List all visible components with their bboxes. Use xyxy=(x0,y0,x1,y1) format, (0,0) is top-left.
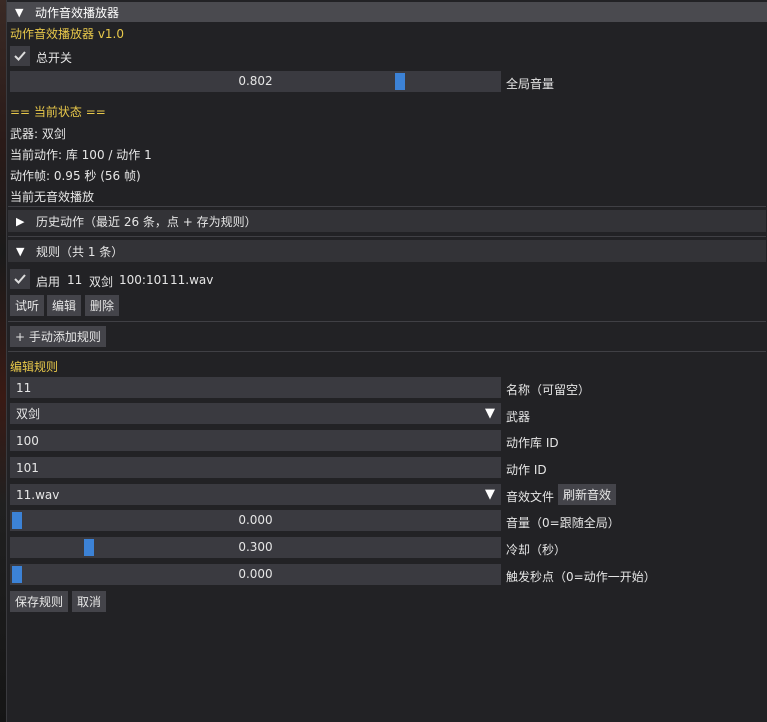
window-title: 动作音效播放器 xyxy=(35,5,120,20)
collapse-triangle-icon[interactable]: ▼ xyxy=(15,6,29,19)
status-frame: 动作帧: 0.95 秒 (56 帧) xyxy=(10,169,141,183)
editor-heading: 编辑规则 xyxy=(10,360,59,374)
rules-header[interactable]: ▼ 规则（共 1 条） xyxy=(8,240,766,262)
sound-file-dropdown-value: 11.wav xyxy=(16,487,60,502)
history-header[interactable]: ▶ 历史动作（最近 26 条，点 + 存为规则） xyxy=(8,210,766,232)
expand-triangle-icon: ▶ xyxy=(16,214,25,228)
cooldown-slider[interactable]: 0.300 xyxy=(10,537,501,558)
master-toggle-label: 总开关 xyxy=(36,51,73,65)
weapon-dropdown[interactable]: 双剑 ▼ xyxy=(10,403,501,424)
checkmark-icon xyxy=(14,51,26,61)
slider-grab[interactable] xyxy=(394,73,405,90)
sound-file-dropdown[interactable]: 11.wav ▼ xyxy=(10,484,501,505)
divider xyxy=(8,351,766,352)
checkmark-icon xyxy=(14,274,26,284)
trigger-time-label: 触发秒点（0=动作一开始） xyxy=(506,570,656,584)
global-volume-slider[interactable]: 0.802 xyxy=(10,71,501,92)
slider-grab[interactable] xyxy=(12,512,22,529)
divider xyxy=(8,321,766,322)
master-toggle-checkbox[interactable] xyxy=(10,46,30,66)
rule-name: 11 xyxy=(67,273,83,287)
weapon-label: 武器 xyxy=(506,410,531,424)
action-id-input[interactable]: 101 xyxy=(10,457,501,478)
app-version-title: 动作音效播放器 v1.0 xyxy=(10,27,125,41)
dropdown-arrow-icon: ▼ xyxy=(485,406,495,421)
rule-volume-value: 0.000 xyxy=(238,513,273,527)
weapon-dropdown-value: 双剑 xyxy=(16,407,41,421)
divider xyxy=(8,236,766,237)
rule-volume-label: 音量（0=跟随全局） xyxy=(506,516,620,530)
rule-enabled-checkbox[interactable] xyxy=(10,269,30,289)
delete-button[interactable]: 删除 xyxy=(85,295,120,316)
edit-button[interactable]: 编辑 xyxy=(47,295,82,316)
status-action: 当前动作: 库 100 / 动作 1 xyxy=(10,148,152,162)
global-volume-value: 0.802 xyxy=(238,74,273,88)
cooldown-label: 冷却（秒） xyxy=(506,543,567,557)
global-volume-label: 全局音量 xyxy=(506,77,555,91)
library-id-label: 动作库 ID xyxy=(506,436,559,450)
action-id-label: 动作 ID xyxy=(506,463,547,477)
rule-file: 11.wav xyxy=(170,273,214,287)
add-rule-button[interactable]: + 手动添加规则 xyxy=(10,326,106,347)
history-header-label: 历史动作（最近 26 条，点 + 存为规则） xyxy=(36,214,257,229)
rule-ids: 100:101 xyxy=(119,273,169,287)
name-input[interactable]: 11 xyxy=(10,377,501,398)
sound-player-window: ▼ 动作音效播放器 动作音效播放器 v1.0 总开关 0.802 全局音量 ==… xyxy=(6,0,767,722)
dropdown-arrow-icon: ▼ xyxy=(485,487,495,502)
rules-header-label: 规则（共 1 条） xyxy=(36,244,124,259)
sound-file-label: 音效文件 xyxy=(506,490,555,504)
trigger-time-value: 0.000 xyxy=(238,567,273,581)
window-titlebar[interactable]: ▼ 动作音效播放器 xyxy=(7,2,767,22)
rule-volume-slider[interactable]: 0.000 xyxy=(10,510,501,531)
name-label: 名称（可留空） xyxy=(506,383,591,397)
trigger-time-slider[interactable]: 0.000 xyxy=(10,564,501,585)
refresh-sounds-button[interactable]: 刷新音效 xyxy=(558,484,617,505)
collapse-triangle-icon: ▼ xyxy=(16,244,25,258)
slider-grab[interactable] xyxy=(83,539,94,556)
listen-button[interactable]: 试听 xyxy=(10,295,45,316)
save-rule-button[interactable]: 保存规则 xyxy=(10,591,69,612)
library-id-input[interactable]: 100 xyxy=(10,430,501,451)
status-heading: == 当前状态 == xyxy=(10,105,106,119)
status-sound: 当前无音效播放 xyxy=(10,190,95,204)
slider-grab[interactable] xyxy=(12,566,22,583)
divider xyxy=(8,206,766,207)
cancel-button[interactable]: 取消 xyxy=(72,591,107,612)
rule-weapon: 双剑 xyxy=(89,275,114,289)
status-weapon: 武器: 双剑 xyxy=(10,127,66,141)
rule-enabled-label: 启用 xyxy=(36,275,61,289)
